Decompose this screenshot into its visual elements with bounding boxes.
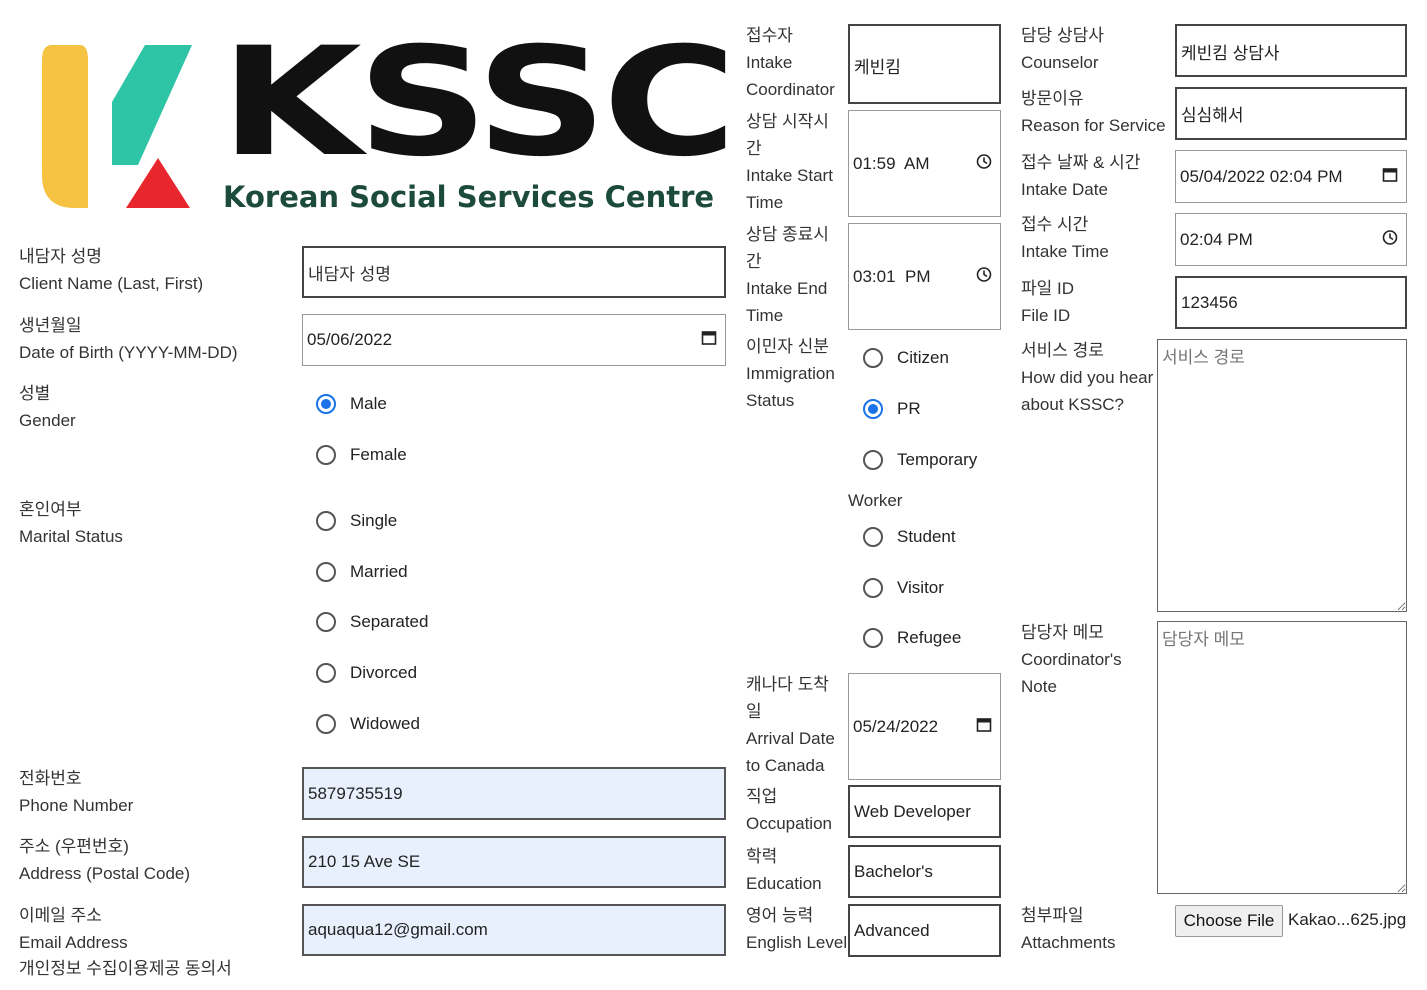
arrival-date-input[interactable]: 05/24/2022 [848, 673, 1001, 780]
attachment-filename: Kakao...625.jpg [1288, 910, 1407, 929]
referral-textarea[interactable] [1157, 339, 1407, 612]
occupation-input[interactable]: Web Developer [848, 785, 1001, 838]
phone-input[interactable]: 5879735519 [302, 767, 726, 820]
start-time-label: 상담 시작시 간 Intake Start Time [746, 112, 833, 212]
reason-label: 방문이유 Reason for Service [1021, 89, 1166, 135]
file-id-label: 파일 ID File ID [1021, 279, 1075, 325]
counselor-label: 담당 상담사 Counselor [1021, 26, 1104, 72]
end-time-input[interactable]: 03:01 PM [848, 223, 1001, 330]
temporary-worker-wrap: Worker [848, 491, 903, 510]
radio-male[interactable] [316, 394, 336, 414]
gender-label: 성별 Gender [19, 384, 76, 430]
attachments-label: 첨부파일 Attachments [1021, 906, 1116, 952]
english-level-label: 영어 능력 English Level [746, 906, 848, 952]
radio-pr[interactable] [863, 399, 883, 419]
dob-label: 생년월일 Date of Birth (YYYY-MM-DD) [19, 316, 238, 362]
radio-visitor[interactable] [863, 578, 883, 598]
marital-option-married[interactable]: Married [316, 562, 408, 582]
coordinator-input[interactable]: 케빈킴 [848, 24, 1001, 104]
client-name-input[interactable]: 내담자 성명 [302, 246, 726, 298]
dob-date-input[interactable]: 05/06/2022 [302, 314, 726, 366]
immigration-option-refugee[interactable]: Refugee [863, 628, 961, 648]
marital-option-single[interactable]: Single [316, 511, 397, 531]
arrival-date-label: 캐나다 도착 일 Arrival Date to Canada [746, 675, 835, 775]
intake-date-input[interactable]: 05/04/2022 02:04 PM [1175, 150, 1407, 203]
clock-icon[interactable] [1382, 229, 1398, 250]
radio-separated[interactable] [316, 612, 336, 632]
immigration-label: 이민자 신분 Immigration Status [746, 337, 835, 410]
radio-citizen[interactable] [863, 348, 883, 368]
email-input[interactable]: aquaqua12@gmail.com [302, 904, 726, 956]
radio-refugee[interactable] [863, 628, 883, 648]
counselor-input[interactable]: 케빈킴 상담사 [1175, 24, 1407, 77]
clock-icon[interactable] [976, 153, 992, 174]
education-input[interactable]: Bachelor's [848, 845, 1001, 898]
immigration-option-student[interactable]: Student [863, 527, 956, 547]
calendar-icon[interactable] [976, 716, 992, 737]
marital-option-separated[interactable]: Separated [316, 612, 428, 632]
radio-married[interactable] [316, 562, 336, 582]
radio-widowed[interactable] [316, 714, 336, 734]
coordinator-note-label: 담당자 메모 Coordinator's Note [1021, 623, 1122, 696]
education-label: 학력 Education [746, 847, 822, 893]
english-level-input[interactable]: Advanced [848, 904, 1001, 957]
immigration-option-citizen[interactable]: Citizen [863, 348, 949, 368]
coordinator-note-textarea[interactable] [1157, 621, 1407, 894]
occupation-label: 직업 Occupation [746, 787, 832, 833]
address-label: 주소 (우편번호) Address (Postal Code) [19, 837, 191, 883]
immigration-option-visitor[interactable]: Visitor [863, 578, 944, 598]
referral-label: 서비스 경로 How did you hear about KSSC? [1021, 341, 1154, 414]
calendar-icon[interactable] [1382, 166, 1398, 187]
radio-divorced[interactable] [316, 663, 336, 683]
radio-single[interactable] [316, 511, 336, 531]
client-name-label: 내담자 성명 Client Name (Last, First) [19, 247, 204, 293]
email-label: 이메일 주소 Email Address [19, 906, 128, 952]
radio-female[interactable] [316, 445, 336, 465]
marital-option-widowed[interactable]: Widowed [316, 714, 420, 734]
radio-student[interactable] [863, 527, 883, 547]
marital-option-divorced[interactable]: Divorced [316, 663, 417, 683]
clock-icon[interactable] [976, 266, 992, 287]
intake-time-input[interactable]: 02:04 PM [1175, 213, 1407, 266]
logo-subtitle: Korean Social Services Centre [223, 180, 715, 214]
immigration-option-pr[interactable]: PR [863, 399, 921, 419]
coordinator-label: 접수자 Intake Coordinator [746, 26, 835, 99]
radio-temporary[interactable] [863, 450, 883, 470]
calendar-icon[interactable] [701, 330, 717, 351]
intake-time-label: 접수 시간 Intake Time [1021, 215, 1109, 261]
consent-label: 개인정보 수집이용제공 동의서 [19, 959, 232, 978]
logo-text: KSSC [220, 16, 737, 190]
gender-option-male[interactable]: Male [316, 394, 387, 414]
marital-status-label: 혼인여부 Marital Status [19, 500, 123, 546]
end-time-label: 상담 종료시 간 Intake End Time [746, 225, 829, 325]
immigration-option-temporary[interactable]: Temporary [863, 450, 977, 470]
reason-input[interactable]: 심심해서 [1175, 87, 1407, 140]
kssc-logo: KSSC Korean Social Services Centre [40, 28, 737, 215]
phone-label: 전화번호 Phone Number [19, 769, 134, 815]
file-id-input[interactable]: 123456 [1175, 276, 1407, 329]
start-time-input[interactable]: 01:59 AM [848, 110, 1001, 217]
address-input[interactable]: 210 15 Ave SE [302, 836, 726, 888]
gender-option-female[interactable]: Female [316, 445, 407, 465]
choose-file-button[interactable]: Choose File [1175, 905, 1283, 937]
intake-date-label: 접수 날짜 & 시간 Intake Date [1021, 153, 1141, 199]
